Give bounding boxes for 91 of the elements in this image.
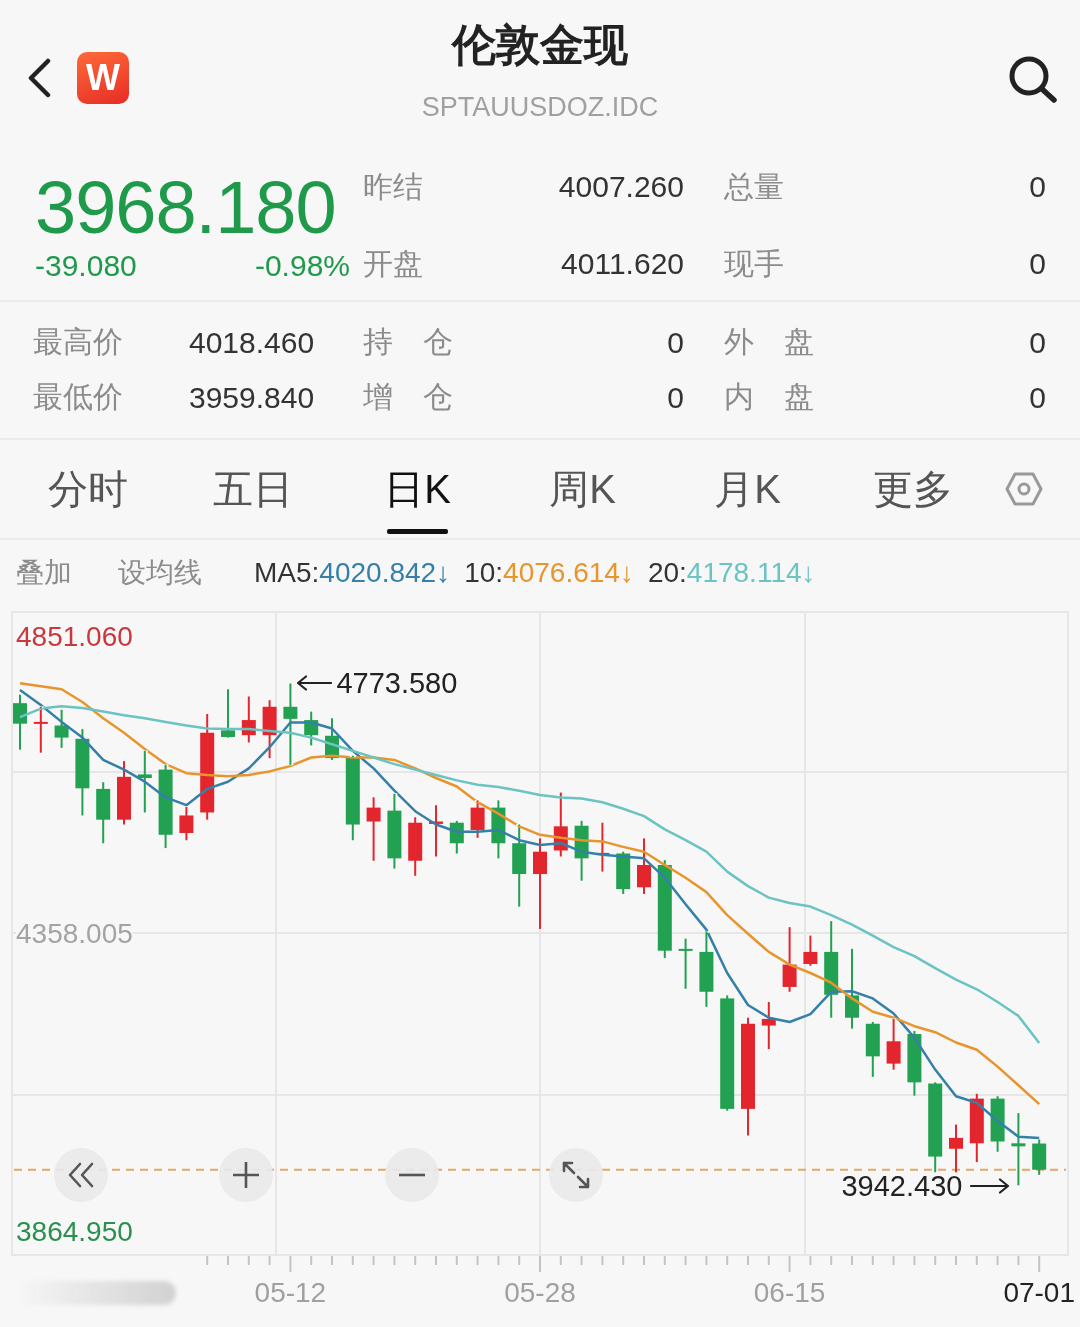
percent-change: -0.98% [254,248,350,284]
price-axis-label: 3864.950 [16,1215,133,1250]
candlestick [117,761,131,825]
price-annotation: 4773.580 [336,666,458,701]
date-label: 05-28 [504,1276,576,1310]
candlestick [325,718,339,760]
settings-icon [1005,472,1043,506]
ma-value: 4076.614↓ [503,556,634,589]
candlestick [907,1031,922,1096]
date-label: 07-01 [1003,1276,1075,1310]
app-logo: W [77,52,129,104]
ma-value: 4020.842↓ [319,556,451,589]
field-value: 0 [1029,170,1046,204]
candlestick [553,792,568,857]
date-label: 05-12 [254,1276,327,1310]
right-arrow-icon [970,1178,1011,1195]
candlestick [637,838,651,894]
stat-label: 外 盘 [724,324,814,360]
search-icon [1008,55,1058,103]
candlestick [470,800,485,838]
candlestick [574,820,589,881]
candlestick [616,851,631,894]
candlestick [262,700,277,759]
candlestick [491,800,506,859]
date-label: 06-15 [753,1276,826,1310]
period-tab[interactable]: 分时 [5,440,170,538]
minus-icon [398,1173,426,1177]
candlestick [179,807,194,841]
ma-label: 10: [464,556,504,589]
candlestick [304,711,319,746]
candlestick [969,1093,984,1162]
field-value: 0 [1029,247,1046,281]
symbol-code: SPTAUUSDOZ.IDC [421,91,659,124]
stat-label: 最低价 [33,379,123,415]
field-value: 4011.620 [561,247,684,281]
period-tab[interactable]: 日K [335,440,500,538]
field-label: 开盘 [363,245,423,282]
candlestick [678,938,693,989]
double-chevron-left-icon [67,1162,95,1188]
candlestick [96,782,111,844]
candlestick [1032,1139,1047,1175]
stat-value: 3959.840 [189,380,315,415]
chart-settings-button[interactable] [1005,472,1043,506]
left-arrow-icon [296,675,333,692]
candlestick [13,694,27,750]
candlestick [241,696,256,743]
candlestick [54,709,69,748]
stat-label: 内 盘 [724,379,814,415]
candlestick [949,1124,963,1173]
candlestick [865,1021,880,1077]
back-button[interactable] [26,58,52,98]
candlestick [761,1002,776,1050]
ma-label: 20: [647,556,687,589]
stat-value: 0 [667,325,684,360]
page-title: 伦敦金现 [452,19,628,71]
stat-value: 4018.460 [189,325,315,360]
field-label: 现手 [724,245,784,282]
period-tab[interactable]: 更多 [830,440,995,538]
back-icon [26,58,52,98]
candlestick [886,1018,901,1070]
candlestick [990,1096,1005,1152]
candlestick [137,750,152,813]
stat-label: 增 仓 [363,379,453,415]
period-tab[interactable]: 月K [665,440,830,538]
stat-label: 最高价 [33,324,123,360]
candlestick [408,817,423,876]
field-label: 昨结 [363,168,423,205]
stat-value: 0 [1029,380,1046,415]
ma-label: MA5: [254,556,320,589]
plus-icon [232,1161,260,1189]
period-tab[interactable]: 周K [500,440,665,538]
ma-value: 4178.114↓ [686,556,816,589]
stat-label: 持 仓 [363,324,453,360]
price-annotation: 3942.430 [841,1169,963,1204]
expand-icon [562,1161,590,1189]
candlestick [449,820,464,854]
field-label: 总量 [724,168,784,205]
price-change: -39.080 [35,248,137,284]
candlestick [803,935,818,966]
stat-value: 0 [1029,325,1046,360]
candlestick [221,689,235,738]
field-value: 4007.260 [558,170,684,204]
candlestick [429,805,443,857]
candlestick [782,927,797,992]
last-price: 3968.180 [35,168,337,248]
period-tab[interactable]: 五日 [170,440,335,538]
candlestick [33,706,48,753]
search-button[interactable] [1008,55,1058,103]
stat-value: 0 [667,380,684,415]
candlestick [366,797,381,861]
price-axis-label: 4851.060 [16,619,133,654]
